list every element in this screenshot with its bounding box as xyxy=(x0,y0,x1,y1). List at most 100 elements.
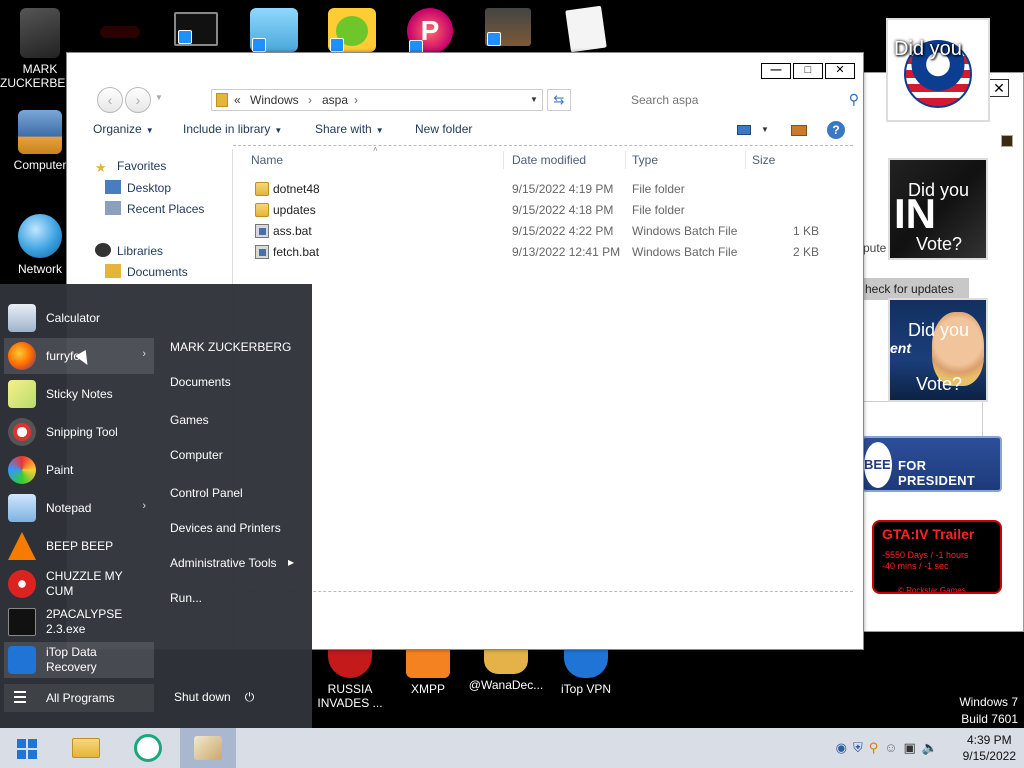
program-paint[interactable]: Paint xyxy=(4,452,154,488)
start-user-name[interactable]: MARK ZUCKERBERG xyxy=(170,340,291,354)
tray-icon[interactable]: ☺ xyxy=(884,740,903,755)
system-tray[interactable]: ◉⛨⚲☺▣🔈 xyxy=(836,740,944,756)
forward-button[interactable]: › xyxy=(125,87,151,113)
watermark-line: Build 7601 xyxy=(961,712,1018,726)
organize-menu[interactable]: Organize ▼ xyxy=(93,122,154,136)
close-button[interactable]: ✕ xyxy=(825,63,855,79)
taskbar-clock[interactable]: 4:39 PM 9/15/2022 xyxy=(963,732,1016,764)
drive-icon xyxy=(250,8,298,52)
file-row[interactable]: updates 9/15/2022 4:18 PM File folder xyxy=(233,200,853,221)
column-separator[interactable] xyxy=(745,151,746,169)
file-row[interactable]: fetch.bat 9/13/2022 12:41 PM Windows Bat… xyxy=(233,242,853,263)
program-sticky-notes[interactable]: Sticky Notes xyxy=(4,376,154,412)
refresh-button[interactable]: ⇆ xyxy=(547,89,571,111)
column-separator[interactable] xyxy=(625,151,626,169)
all-programs-button[interactable]: All Programs xyxy=(4,684,154,712)
start-games[interactable]: Games xyxy=(170,413,209,427)
preview-pane-icon[interactable] xyxy=(791,125,807,136)
file-row[interactable]: ass.bat 9/15/2022 4:22 PM Windows Batch … xyxy=(233,221,853,242)
minimize-button[interactable]: — xyxy=(761,63,791,79)
column-type[interactable]: Type xyxy=(632,153,658,167)
breadcrumb-separator[interactable]: › xyxy=(354,93,358,107)
column-separator[interactable] xyxy=(503,151,504,169)
help-icon[interactable]: ? xyxy=(827,121,845,139)
start-documents[interactable]: Documents xyxy=(170,375,231,389)
ad-footer: © Rockstar Games xyxy=(898,586,966,594)
new-folder-button[interactable]: New folder xyxy=(415,122,472,136)
start-computer[interactable]: Computer xyxy=(170,448,223,462)
taskbar-app-3[interactable] xyxy=(180,728,236,768)
column-name[interactable]: Name xyxy=(251,153,283,167)
tray-icon[interactable]: ⚲ xyxy=(869,740,885,755)
share-with-menu[interactable]: Share with ▼ xyxy=(315,122,384,136)
address-dropdown-icon[interactable]: ▼ xyxy=(530,95,538,104)
itop-vpn-desktop-icon[interactable]: iTop VPN xyxy=(546,648,626,696)
drive-desktop-icon[interactable] xyxy=(246,8,302,56)
back-button[interactable]: ‹ xyxy=(97,87,123,113)
search-icon[interactable]: ⚲ xyxy=(849,91,859,108)
start-devices-and-printers[interactable]: Devices and Printers xyxy=(170,521,281,535)
game-desktop-icon[interactable] xyxy=(324,8,380,56)
file-row[interactable]: dotnet48 9/15/2022 4:19 PM File folder xyxy=(233,179,853,200)
search-input[interactable] xyxy=(625,89,865,111)
desktop-icon-top-1[interactable] xyxy=(92,26,148,42)
start-button[interactable] xyxy=(0,728,56,768)
nav-libraries[interactable]: Libraries xyxy=(95,243,163,258)
column-size[interactable]: Size xyxy=(752,153,775,167)
program-itop-data-recovery[interactable]: iTop Data Recovery xyxy=(4,642,154,678)
program-chuzzle[interactable]: CHUZZLE MY CUM xyxy=(4,566,154,602)
program-notepad[interactable]: Notepad › xyxy=(4,490,154,526)
program-2pacalypse[interactable]: 2PACALYPSE 2.3.exe xyxy=(4,604,154,640)
address-bar[interactable]: « Windows › aspa › ▼ xyxy=(211,89,543,111)
green-pig-icon xyxy=(328,8,376,52)
taskbar-file-explorer[interactable] xyxy=(58,728,114,768)
breadcrumb-separator[interactable]: › xyxy=(308,93,312,107)
start-menu[interactable]: Calculator furryfox › Sticky Notes Snipp… xyxy=(0,284,312,728)
nav-desktop[interactable]: Desktop xyxy=(105,180,171,195)
history-dropdown-icon[interactable]: ▼ xyxy=(155,93,163,102)
obama-ad-banner[interactable]: Did you xyxy=(886,18,990,122)
window-app-desktop-icon[interactable] xyxy=(480,8,536,50)
bee-for-president-ad-banner[interactable]: BEE FOR PRESIDENT xyxy=(862,436,1002,492)
shutdown-button[interactable]: Shut down ⏻ xyxy=(174,690,254,705)
russia-desktop-icon[interactable]: RUSSIA INVADES ... xyxy=(310,648,390,710)
start-run[interactable]: Run... xyxy=(170,591,202,605)
hillary-ad-banner[interactable]: Did you ent Vote? xyxy=(888,298,988,402)
maximize-button[interactable]: □ xyxy=(793,63,823,79)
program-snipping-tool[interactable]: Snipping Tool xyxy=(4,414,154,450)
document-desktop-icon[interactable] xyxy=(558,5,614,54)
view-dropdown-icon[interactable]: ▼ xyxy=(761,125,769,134)
column-date-modified[interactable]: Date modified xyxy=(512,153,586,167)
admin-tools-label: Administrative Tools xyxy=(170,556,277,570)
green-circle-app-icon xyxy=(134,734,162,762)
program-beep-beep[interactable]: BEEP BEEP xyxy=(4,528,154,564)
breadcrumb-windows[interactable]: Windows xyxy=(250,93,299,107)
include-in-library-menu[interactable]: Include in library ▼ xyxy=(183,122,282,136)
p-app-desktop-icon[interactable]: P xyxy=(402,8,458,58)
paint-palette-icon xyxy=(8,456,36,484)
nav-documents[interactable]: Documents xyxy=(105,264,188,279)
taskbar-app-2[interactable] xyxy=(120,728,176,768)
change-view-icon[interactable] xyxy=(737,125,751,135)
wanadec-desktop-icon[interactable]: @WanaDec... xyxy=(466,648,546,692)
vote-in-ad-banner[interactable]: Did you IN Vote? xyxy=(888,158,988,260)
start-administrative-tools[interactable]: Administrative Tools ▸ xyxy=(170,555,294,570)
tray-icon[interactable]: ▣ xyxy=(904,740,922,755)
nav-recent-places[interactable]: Recent Places xyxy=(105,201,204,216)
volume-icon[interactable]: 🔈 xyxy=(922,740,944,755)
gta-trailer-ad-banner[interactable]: GTA:IV Trailer -5550 Days / -1 hours -40… xyxy=(872,520,1002,594)
check-for-updates-button[interactable]: heck for updates xyxy=(863,278,969,300)
tray-icon[interactable]: ⛨ xyxy=(853,740,869,755)
background-window-close-button[interactable]: ✕ xyxy=(989,79,1009,97)
breadcrumb-aspa[interactable]: aspa xyxy=(322,93,348,107)
tray-icon[interactable]: ◉ xyxy=(836,740,853,755)
nav-favorites[interactable]: ★ Favorites xyxy=(95,159,166,175)
program-calculator[interactable]: Calculator xyxy=(4,300,154,336)
xmpp-desktop-icon[interactable]: XMPP xyxy=(388,648,468,696)
file-type: Windows Batch File xyxy=(632,245,738,259)
search-box[interactable]: ⚲ xyxy=(625,89,865,111)
start-control-panel[interactable]: Control Panel xyxy=(170,486,243,500)
program-furryfox[interactable]: furryfox › xyxy=(4,338,154,374)
cmd-desktop-icon[interactable] xyxy=(168,12,224,50)
windows-watermark: Windows 7 Build 7601 xyxy=(959,694,1018,728)
